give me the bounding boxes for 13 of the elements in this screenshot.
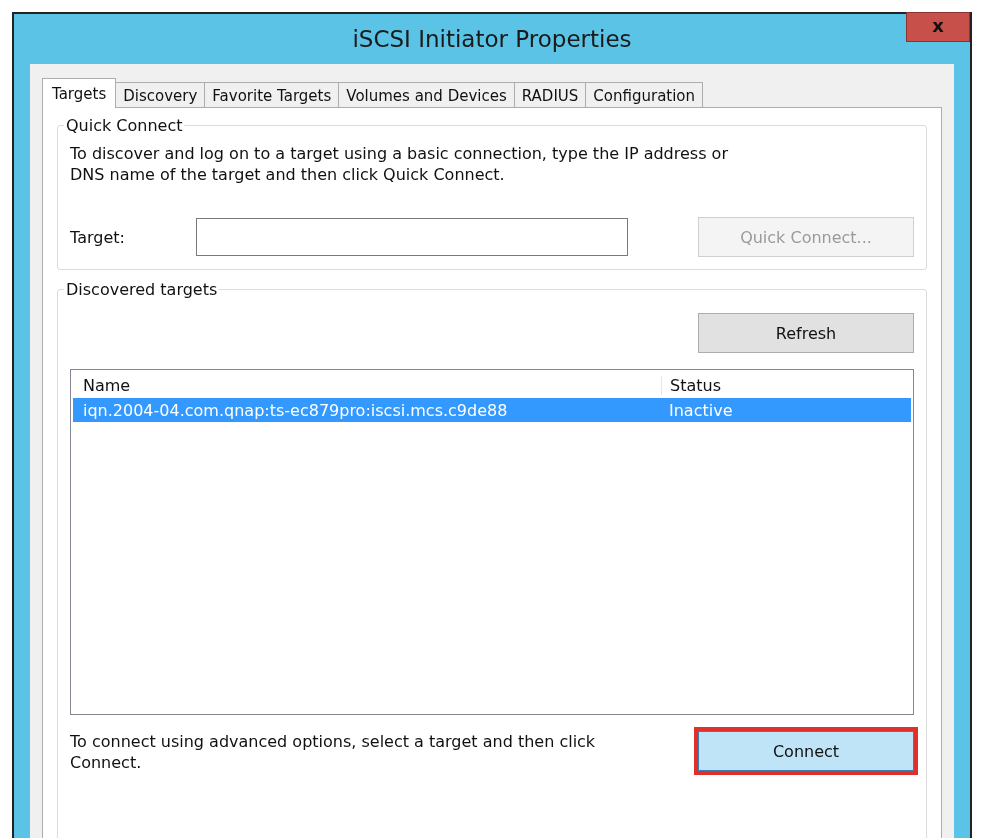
target-input-field[interactable] xyxy=(196,218,628,256)
group-title: Quick Connect xyxy=(65,116,184,135)
hint-text: To connect using advanced options, select a target and then click Connect. xyxy=(70,731,597,773)
target-label: Target: xyxy=(70,227,126,247)
refresh-button[interactable]: Refresh xyxy=(698,313,914,353)
column-header[interactable]: Name xyxy=(73,375,661,395)
description-text: To discover and log on to a target using a basic connection, type the IP address or DNS name of the target and then click Quick Connect. xyxy=(70,143,729,185)
column-header[interactable]: Status xyxy=(661,375,911,395)
window-title: iSCSI Initiator Properties xyxy=(352,26,632,52)
close-button[interactable]: x xyxy=(906,12,970,42)
tab[interactable]: Configuration xyxy=(585,82,704,108)
tab[interactable]: Targets xyxy=(42,78,117,108)
group-title: Discovered targets xyxy=(65,280,219,299)
